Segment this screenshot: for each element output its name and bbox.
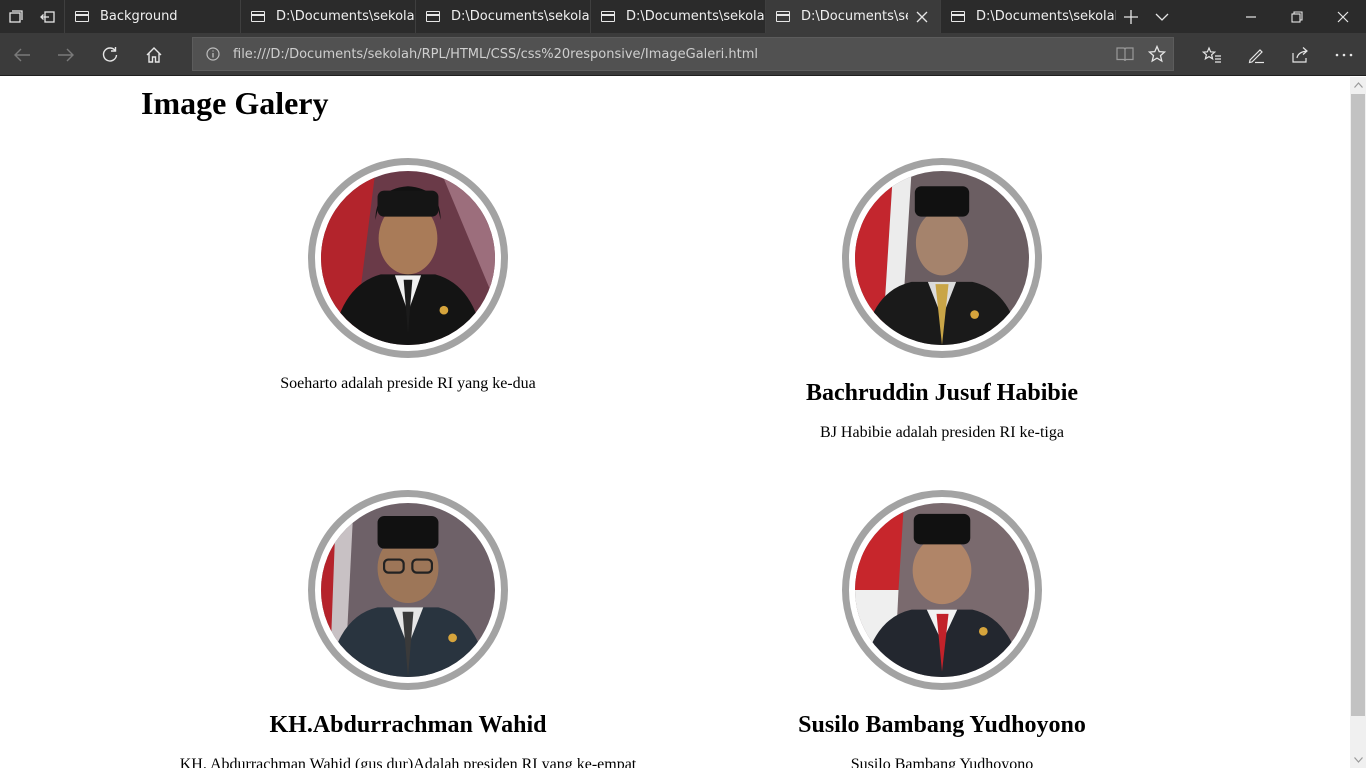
more-icon[interactable]: [1322, 33, 1366, 76]
page-icon: [601, 11, 615, 22]
scrollbar-thumb[interactable]: [1351, 94, 1365, 716]
scroll-down-icon[interactable]: [1350, 752, 1366, 768]
card-heading: Susilo Bambang Yudhoyono: [798, 712, 1086, 738]
page-viewport: Image Galery Soeharto adalah preside RI …: [0, 77, 1350, 768]
photo-frame: [308, 490, 508, 690]
back-arrow-icon[interactable]: [0, 33, 44, 76]
tab-title: D:\Documents\sekol: [801, 9, 908, 24]
tab-document-3[interactable]: D:\Documents\sekolah\: [590, 0, 765, 33]
tab-document-2[interactable]: D:\Documents\sekolah\: [415, 0, 590, 33]
photo-frame: [308, 158, 508, 358]
scroll-up-icon[interactable]: [1350, 77, 1366, 93]
tab-document-1[interactable]: D:\Documents\sekolah\: [240, 0, 415, 33]
restore-icon[interactable]: [1274, 0, 1320, 33]
close-tab-icon[interactable]: [908, 3, 936, 31]
share-icon[interactable]: [1278, 33, 1322, 76]
home-icon[interactable]: [132, 33, 176, 76]
card-caption: Susilo Bambang Yudhoyono: [850, 756, 1034, 768]
page-icon: [951, 11, 965, 22]
tab-title: D:\Documents\sekolah\: [276, 9, 415, 24]
page-icon: [251, 11, 265, 22]
tab-actions-icon[interactable]: [0, 0, 32, 33]
set-aside-tabs-icon[interactable]: [32, 0, 64, 33]
card-caption: Soeharto adalah preside RI yang ke-dua: [280, 375, 536, 392]
plus-icon[interactable]: [1115, 0, 1147, 33]
info-icon[interactable]: [193, 47, 233, 61]
tab-document-active[interactable]: D:\Documents\sekol: [765, 0, 940, 33]
tab-title: Background: [100, 9, 178, 24]
page-icon: [426, 11, 440, 22]
gallery-card: KH.Abdurrachman Wahid KH. Abdurrachman W…: [141, 490, 675, 768]
portrait-image: [321, 171, 495, 345]
navigation-bar: file:///D:/Documents/sekolah/RPL/HTML/CS…: [0, 33, 1366, 76]
photo-frame: [842, 490, 1042, 690]
page-title: Image Galery: [141, 85, 329, 121]
tab-title: D:\Documents\sekolah\: [976, 9, 1116, 24]
chevron-down-icon[interactable]: [1146, 0, 1178, 33]
card-heading: Bachruddin Jusuf Habibie: [805, 380, 1079, 406]
forward-arrow-icon[interactable]: [44, 33, 88, 76]
gallery-card: Soeharto adalah preside RI yang ke-dua: [141, 158, 675, 394]
page-icon: [776, 11, 790, 22]
tab-strip: Background D:\Documents\sekolah\ D:\Docu…: [0, 0, 1366, 33]
tab-document-5[interactable]: D:\Documents\sekolah\: [940, 0, 1116, 33]
gallery-card: Susilo Bambang Yudhoyono Susilo Bambang …: [675, 490, 1209, 768]
url-text[interactable]: file:///D:/Documents/sekolah/RPL/HTML/CS…: [233, 47, 1109, 62]
tab-background[interactable]: Background: [64, 0, 240, 33]
page-icon: [75, 11, 89, 22]
star-icon[interactable]: [1141, 38, 1173, 70]
portrait-image: [321, 503, 495, 677]
address-bar[interactable]: file:///D:/Documents/sekolah/RPL/HTML/CS…: [192, 37, 1174, 71]
book-icon[interactable]: [1109, 38, 1141, 70]
photo-frame: [842, 158, 1042, 358]
tab-title: D:\Documents\sekolah\: [451, 9, 590, 24]
tab-title: D:\Documents\sekolah\: [626, 9, 765, 24]
close-window-icon[interactable]: [1320, 0, 1366, 33]
card-heading: KH.Abdurrachman Wahid: [269, 712, 547, 738]
pen-icon[interactable]: [1234, 33, 1278, 76]
card-caption: KH. Abdurrachman Wahid (gus dur)Adalah p…: [179, 756, 637, 768]
card-caption: BJ Habibie adalah presiden RI ke-tiga: [820, 424, 1064, 441]
refresh-icon[interactable]: [88, 33, 132, 76]
portrait-image: [855, 503, 1029, 677]
vertical-scrollbar[interactable]: [1350, 77, 1366, 768]
favorites-icon[interactable]: [1190, 33, 1234, 76]
gallery-card: Bachruddin Jusuf Habibie BJ Habibie adal…: [675, 158, 1209, 443]
minimize-icon[interactable]: [1228, 0, 1274, 33]
portrait-image: [855, 171, 1029, 345]
